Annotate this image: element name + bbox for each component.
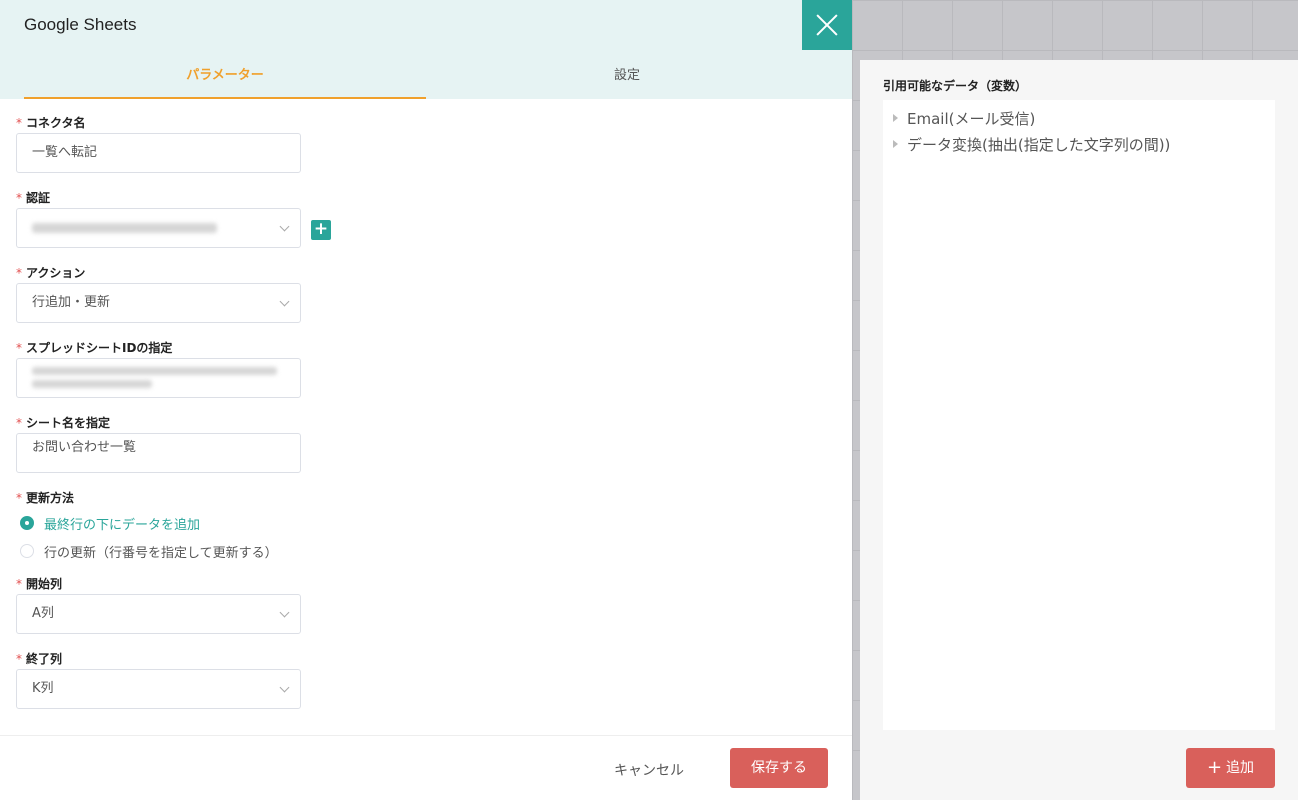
close-icon[interactable] (802, 0, 852, 50)
tree-item-label: データ変換(抽出(指定した文字列の間)) (907, 135, 1171, 154)
sheet-name-input[interactable]: お問い合わせ一覧 (16, 433, 301, 473)
save-button[interactable]: 保存する (730, 748, 828, 788)
parameter-form: * コネクタ名 一覧へ転記 * 認証 * アクション 行追加・更新 * スプレッドシート… (16, 114, 836, 709)
sheet-name-label: シート名を指定 (26, 416, 111, 430)
required-marker: * (16, 116, 22, 130)
panel-footer: キャンセル 保存する (0, 735, 852, 800)
required-marker: * (16, 416, 22, 430)
action-value: 行追加・更新 (32, 295, 111, 310)
chevron-down-icon (279, 221, 290, 232)
tree-item[interactable]: データ変換(抽出(指定した文字列の間)) (883, 131, 1275, 157)
required-marker: * (16, 191, 22, 205)
action-label: アクション (26, 266, 86, 280)
connector-settings-panel: Google Sheets パラメーター 設定 * コネクタ名 一覧へ転記 * 認証… (0, 0, 852, 800)
radio-label: 最終行の下にデータを追加 (44, 517, 201, 533)
tab-bar: パラメーター 設定 (24, 56, 828, 99)
start-column-select[interactable]: A列 (16, 594, 301, 634)
sheet-name-field: * シート名を指定 お問い合わせ一覧 (16, 414, 836, 473)
panel-title: Google Sheets (24, 15, 137, 34)
update-method-label: 更新方法 (26, 491, 75, 505)
update-method-field: * 更新方法 最終行の下にデータを追加 行の更新（行番号を指定して更新する） (16, 489, 836, 565)
panel-header: Google Sheets パラメーター 設定 (0, 0, 852, 99)
required-marker: * (16, 652, 22, 666)
variables-panel: 引用可能なデータ（変数） Email(メール受信) データ変換(抽出(指定した文… (860, 60, 1298, 800)
required-marker: * (16, 266, 22, 280)
cancel-button[interactable]: キャンセル (614, 760, 684, 780)
tree-item[interactable]: Email(メール受信) (883, 105, 1275, 131)
tree-item-label: Email(メール受信) (907, 109, 1036, 128)
spreadsheet-id-label: スプレッドシートIDの指定 (26, 341, 173, 355)
chevron-down-icon (279, 296, 290, 307)
radio-button[interactable] (20, 516, 34, 530)
chevron-down-icon (279, 682, 290, 693)
spreadsheet-id-input[interactable] (16, 358, 301, 398)
connector-name-label: コネクタ名 (26, 116, 86, 130)
auth-select[interactable] (16, 208, 301, 248)
caret-right-icon[interactable] (893, 140, 898, 148)
redacted-account (32, 223, 217, 233)
radio-button[interactable] (20, 544, 34, 558)
auth-label: 認証 (26, 191, 51, 205)
end-column-label: 終了列 (26, 652, 63, 666)
redacted-id-line (32, 380, 152, 388)
end-column-select[interactable]: K列 (16, 669, 301, 709)
radio-append-row[interactable]: 最終行の下にデータを追加 (16, 509, 836, 537)
add-variable-button[interactable]: + 追加 (1186, 748, 1275, 788)
radio-update-row[interactable]: 行の更新（行番号を指定して更新する） (16, 537, 836, 565)
add-auth-button[interactable]: + (311, 220, 331, 240)
start-column-label: 開始列 (26, 577, 63, 591)
variables-title: 引用可能なデータ（変数） (883, 79, 1028, 93)
start-column-value: A列 (32, 606, 54, 621)
caret-right-icon[interactable] (893, 114, 898, 122)
required-marker: * (16, 341, 22, 355)
end-column-field: * 終了列 K列 (16, 650, 836, 709)
start-column-field: * 開始列 A列 (16, 575, 836, 634)
chevron-down-icon (279, 607, 290, 618)
action-select[interactable]: 行追加・更新 (16, 283, 301, 323)
connector-name-field: * コネクタ名 一覧へ転記 (16, 114, 836, 173)
plus-icon: + (1206, 757, 1223, 778)
auth-field: * 認証 (16, 189, 836, 248)
spreadsheet-id-field: * スプレッドシートIDの指定 (16, 339, 836, 398)
end-column-value: K列 (32, 681, 54, 696)
radio-label: 行の更新（行番号を指定して更新する） (44, 545, 278, 561)
required-marker: * (16, 577, 22, 591)
required-marker: * (16, 491, 22, 505)
tab-settings[interactable]: 設定 (426, 56, 828, 99)
redacted-id-line (32, 367, 277, 375)
variables-tree: Email(メール受信) データ変換(抽出(指定した文字列の間)) (883, 100, 1275, 730)
action-field: * アクション 行追加・更新 (16, 264, 836, 323)
add-variable-label: 追加 (1226, 760, 1255, 776)
connector-name-input[interactable]: 一覧へ転記 (16, 133, 301, 173)
tab-parameters[interactable]: パラメーター (24, 56, 426, 99)
